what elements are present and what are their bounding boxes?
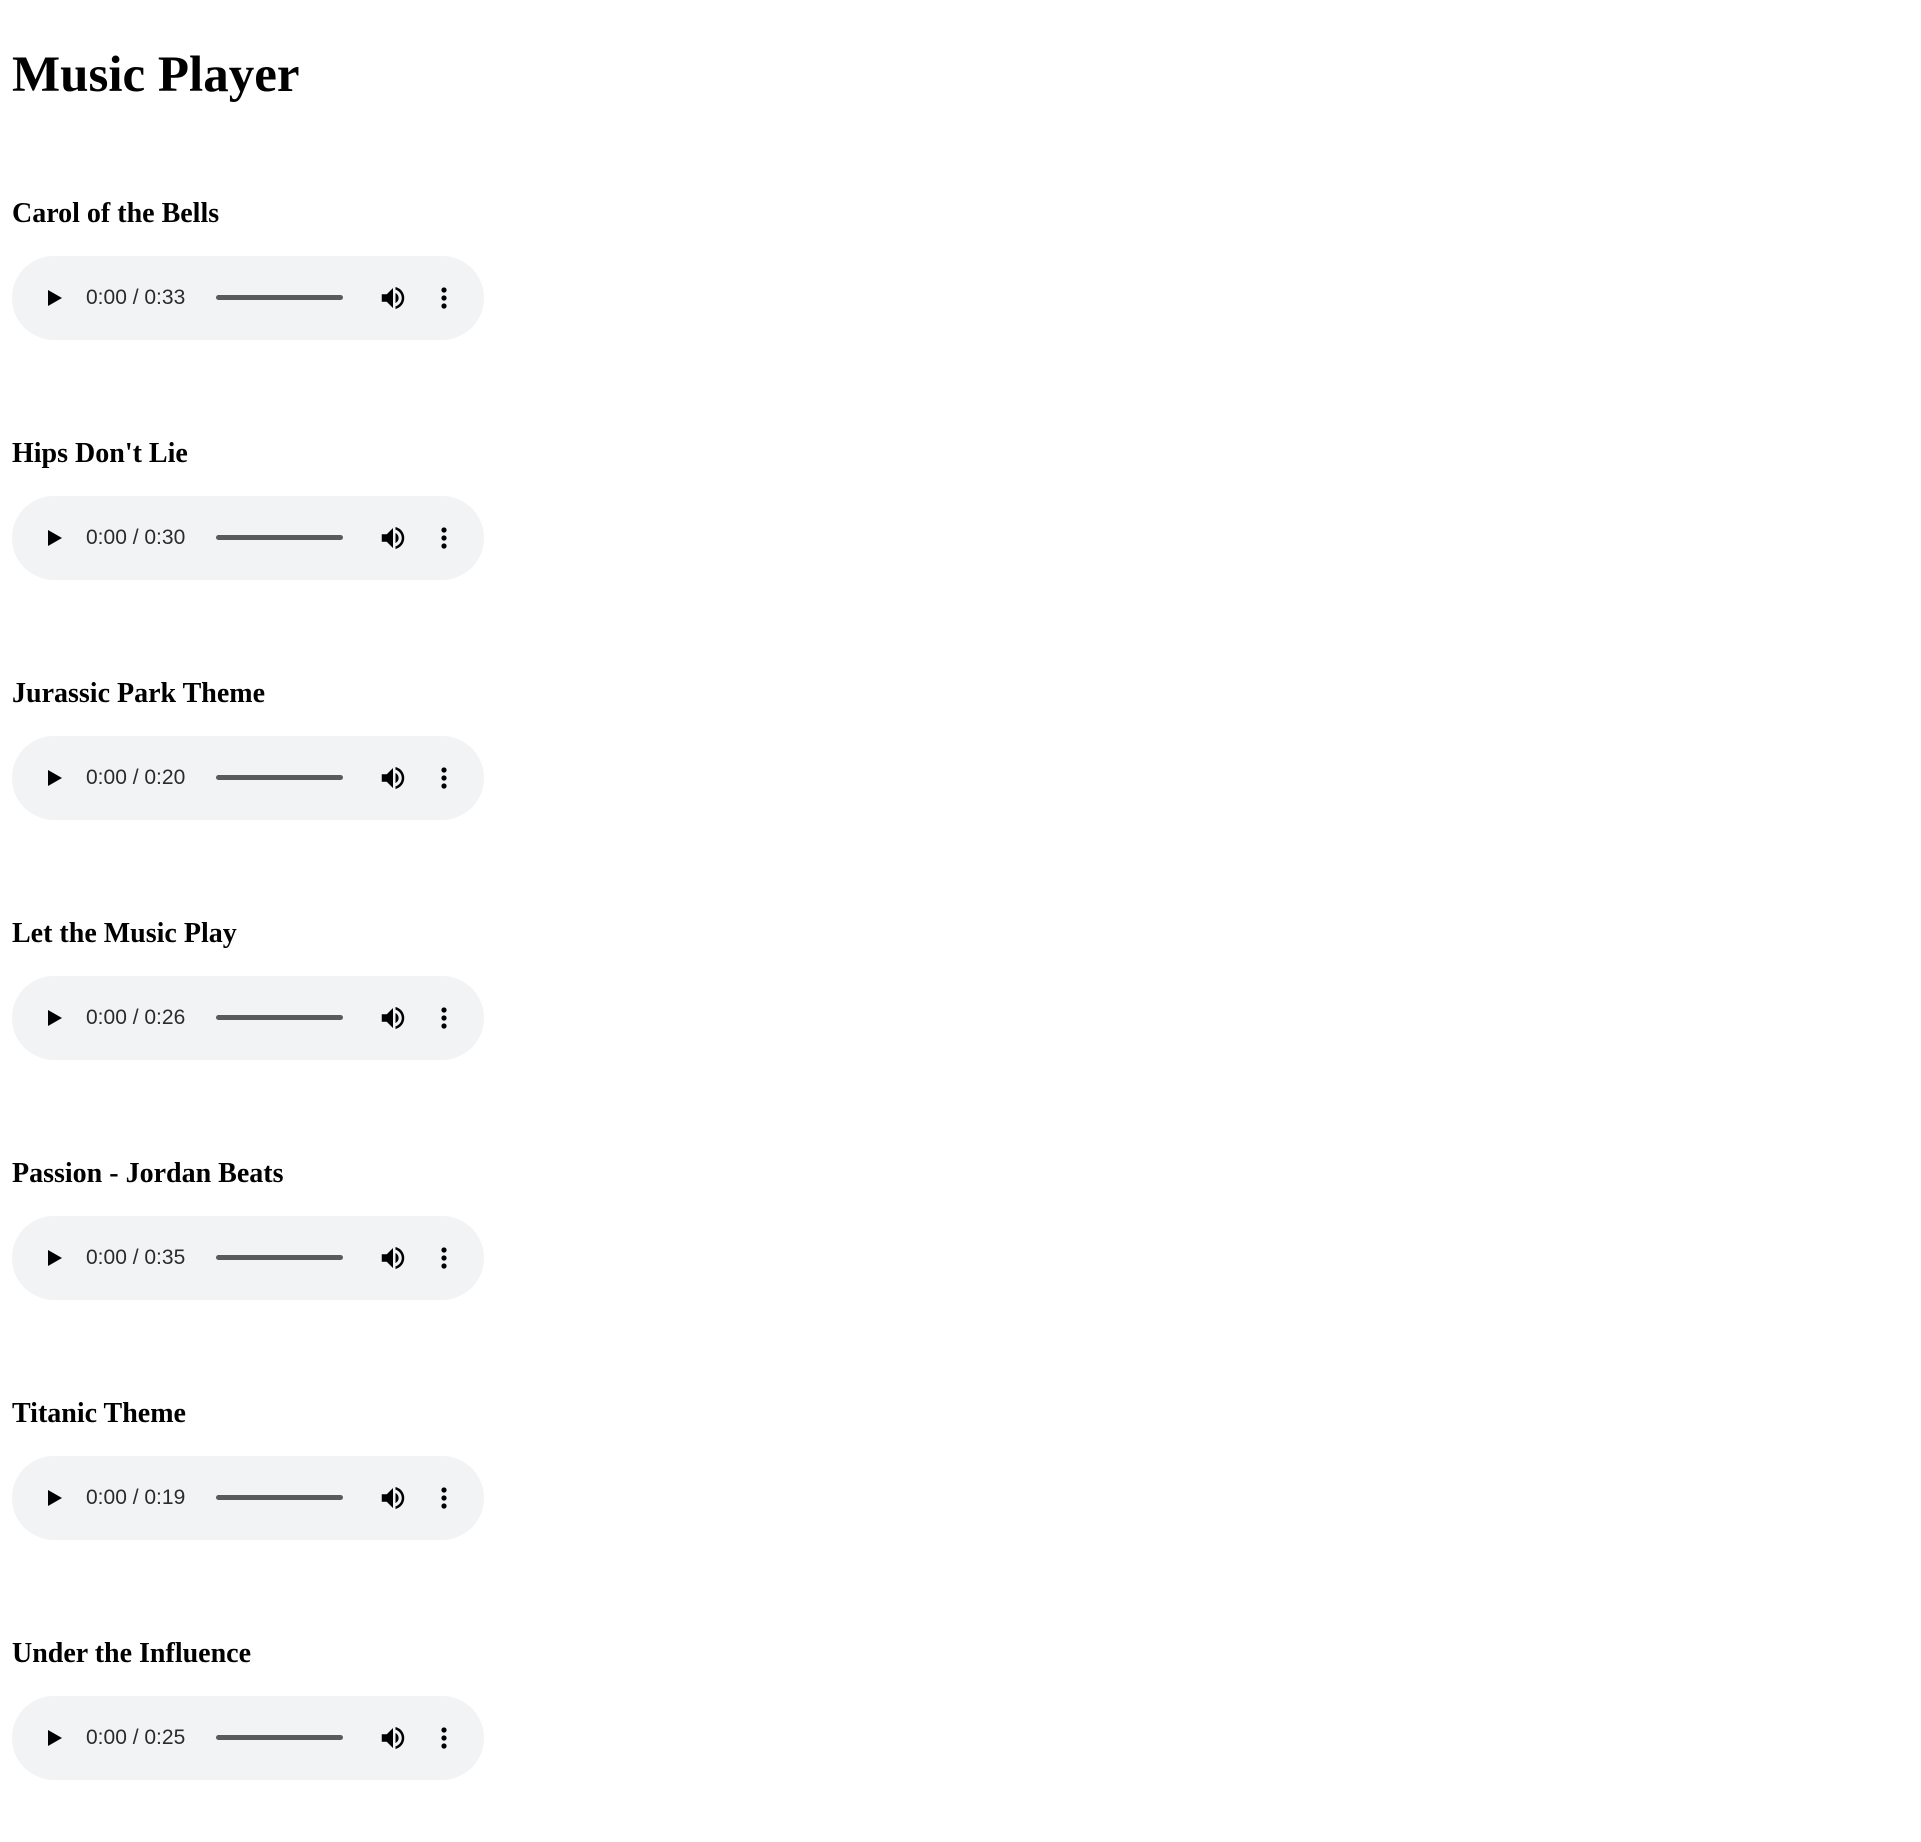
track-item: Jurassic Park Theme 0:00 / 0:20 xyxy=(12,676,492,876)
volume-button[interactable] xyxy=(378,283,408,313)
more-vertical-icon xyxy=(441,527,447,549)
track-item: Passion - Jordan Beats 0:00 / 0:35 xyxy=(12,1156,492,1356)
volume-icon xyxy=(381,1727,405,1749)
audio-player: 0:00 / 0:19 xyxy=(12,1456,484,1540)
progress-slider[interactable] xyxy=(216,775,343,780)
volume-button[interactable] xyxy=(378,1003,408,1033)
play-icon xyxy=(48,770,62,786)
play-icon xyxy=(48,530,62,546)
track-title: Jurassic Park Theme xyxy=(12,678,266,709)
track-title: Carol of the Bells xyxy=(12,198,220,229)
play-icon xyxy=(48,290,62,306)
audio-player: 0:00 / 0:25 xyxy=(12,1696,484,1780)
more-vertical-icon xyxy=(441,1487,447,1509)
more-options-button[interactable] xyxy=(437,763,451,793)
more-options-button[interactable] xyxy=(437,1003,451,1033)
more-vertical-icon xyxy=(441,767,447,789)
more-options-button[interactable] xyxy=(437,523,451,553)
play-button[interactable] xyxy=(40,1244,68,1272)
volume-button[interactable] xyxy=(378,1723,408,1753)
time-display: 0:00 / 0:33 xyxy=(86,286,186,309)
more-options-button[interactable] xyxy=(437,283,451,313)
play-button[interactable] xyxy=(40,524,68,552)
play-button[interactable] xyxy=(40,1004,68,1032)
more-vertical-icon xyxy=(441,1007,447,1029)
track-title: Passion - Jordan Beats xyxy=(12,1158,284,1189)
play-icon xyxy=(48,1010,62,1026)
page-title: Music Player xyxy=(12,47,300,103)
play-button[interactable] xyxy=(40,764,68,792)
volume-button[interactable] xyxy=(378,523,408,553)
play-button[interactable] xyxy=(40,1724,68,1752)
time-display: 0:00 / 0:30 xyxy=(86,526,186,549)
track-title: Let the Music Play xyxy=(12,918,237,949)
more-vertical-icon xyxy=(441,1247,447,1269)
more-vertical-icon xyxy=(441,287,447,309)
progress-slider[interactable] xyxy=(216,1495,343,1500)
volume-icon xyxy=(381,527,405,549)
progress-slider[interactable] xyxy=(216,535,343,540)
audio-player: 0:00 / 0:35 xyxy=(12,1216,484,1300)
volume-icon xyxy=(381,287,405,309)
volume-icon xyxy=(381,767,405,789)
progress-slider[interactable] xyxy=(216,1735,343,1740)
track-item: Under the Influence 0:00 / 0:25 xyxy=(12,1636,492,1836)
volume-icon xyxy=(381,1487,405,1509)
progress-slider[interactable] xyxy=(216,1255,343,1260)
time-display: 0:00 / 0:25 xyxy=(86,1726,186,1749)
track-item: Carol of the Bells 0:00 / 0:33 xyxy=(12,196,492,396)
track-title: Hips Don't Lie xyxy=(12,438,188,469)
time-display: 0:00 / 0:26 xyxy=(86,1006,186,1029)
audio-player: 0:00 / 0:26 xyxy=(12,976,484,1060)
more-vertical-icon xyxy=(441,1727,447,1749)
play-button[interactable] xyxy=(40,1484,68,1512)
volume-button[interactable] xyxy=(378,1483,408,1513)
progress-slider[interactable] xyxy=(216,295,343,300)
play-icon xyxy=(48,1490,62,1506)
track-item: Hips Don't Lie 0:00 / 0:30 xyxy=(12,436,492,636)
audio-player: 0:00 / 0:33 xyxy=(12,256,484,340)
time-display: 0:00 / 0:19 xyxy=(86,1486,186,1509)
volume-icon xyxy=(381,1007,405,1029)
track-title: Under the Influence xyxy=(12,1638,252,1669)
track-item: Let the Music Play 0:00 / 0:26 xyxy=(12,916,492,1116)
volume-button[interactable] xyxy=(378,763,408,793)
play-button[interactable] xyxy=(40,284,68,312)
audio-player: 0:00 / 0:20 xyxy=(12,736,484,820)
time-display: 0:00 / 0:35 xyxy=(86,1246,186,1269)
more-options-button[interactable] xyxy=(437,1243,451,1273)
play-icon xyxy=(48,1250,62,1266)
volume-button[interactable] xyxy=(378,1243,408,1273)
audio-player: 0:00 / 0:30 xyxy=(12,496,484,580)
track-item: Titanic Theme 0:00 / 0:19 xyxy=(12,1396,492,1596)
time-display: 0:00 / 0:20 xyxy=(86,766,186,789)
more-options-button[interactable] xyxy=(437,1723,451,1753)
more-options-button[interactable] xyxy=(437,1483,451,1513)
play-icon xyxy=(48,1730,62,1746)
volume-icon xyxy=(381,1247,405,1269)
track-title: Titanic Theme xyxy=(12,1398,186,1429)
progress-slider[interactable] xyxy=(216,1015,343,1020)
